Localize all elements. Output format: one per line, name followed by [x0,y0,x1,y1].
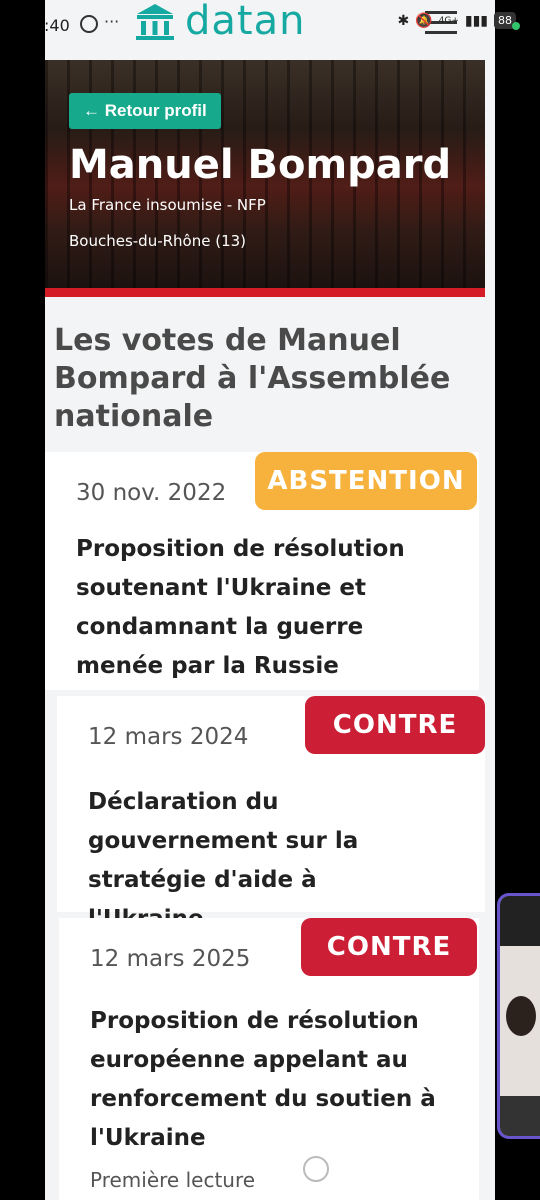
votes-section-title: Les votes de Manuel Bompard à l'Assemblé… [54,323,451,434]
whatsapp-icon [80,15,98,33]
vote-date: 30 nov. 2022 [76,480,227,506]
vote-position-badge: CONTRE [305,696,485,754]
video-top-strip [500,896,540,946]
vote-title: Proposition de résolution européenne app… [90,1008,436,1151]
participant-avatar [506,996,536,1036]
deputy-party: La France insoumise - NFP [69,196,266,214]
deputy-department: Bouches-du-Rhône (13) [69,232,247,250]
bluetooth-icon: ✱ [397,12,410,29]
vote-date: 12 mars 2025 [90,946,251,972]
network-label: 4G+ [438,15,459,26]
video-bottom-strip [500,1096,540,1136]
vote-position-badge: ABSTENTION [255,452,477,510]
mute-icon: 🔕 [415,12,433,29]
signal-icon: ▮▮▮ [464,12,488,29]
vote-date: 12 mars 2024 [88,724,249,750]
reading-stage: Première lecture [90,1168,256,1192]
vote-position-badge: CONTRE [301,918,477,976]
more-notifications-icon: ··· [104,12,120,31]
vote-card[interactable]: 12 mars 2024 CONTRE Déclaration du gouve… [57,696,485,932]
deputy-hero-banner: ← Retour profil Manuel Bompard La France… [45,60,485,290]
vote-title: Déclaration du gouvernement sur la strat… [88,789,359,932]
vote-title: Proposition de résolution soutenant l'Uk… [76,536,405,679]
vote-card[interactable]: 30 nov. 2022 ABSTENTION Proposition de r… [45,452,479,690]
status-bar: :40 ··· ✱ 🔕 4G+ ▮▮▮ 88 [0,0,540,52]
camera-indicator-dot [512,22,520,30]
status-icons: ✱ 🔕 4G+ ▮▮▮ 88 [397,12,516,29]
deputy-name: Manuel Bompard [69,142,452,188]
status-time: :40 [44,16,70,35]
back-to-profile-button[interactable]: ← Retour profil [69,93,221,129]
home-gesture-icon[interactable] [303,1156,329,1182]
video-call-thumbnail[interactable] [497,893,540,1139]
vote-card[interactable]: 12 mars 2025 CONTRE Proposition de résol… [59,918,479,1200]
app-screen: datan ← Retour profil Manuel Bompard La … [45,0,495,1200]
hero-accent-bar [45,288,485,297]
